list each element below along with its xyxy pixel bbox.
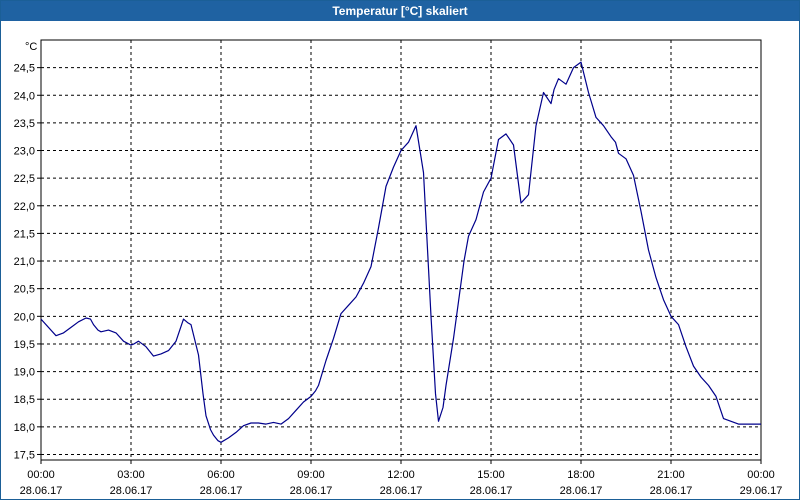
- y-tick-label: 19,5: [14, 339, 35, 351]
- x-tick-time-label: 21:00: [657, 469, 685, 481]
- x-tick-date-label: 28.06.17: [110, 485, 153, 497]
- x-tick-date-label: 28.06.17: [290, 485, 333, 497]
- x-tick-time-label: 09:00: [297, 469, 325, 481]
- x-tick-date-label: 28.06.17: [20, 485, 63, 497]
- x-tick-date-label: 28.06.17: [650, 485, 693, 497]
- y-tick-label: 20,5: [14, 284, 35, 296]
- y-tick-label: 22,0: [14, 201, 35, 213]
- y-tick-label: 22,5: [14, 173, 35, 185]
- y-axis-unit-label: °C: [25, 41, 37, 53]
- y-tick-label: 19,0: [14, 367, 35, 379]
- x-tick-time-label: 03:00: [117, 469, 145, 481]
- y-tick-label: 20,0: [14, 311, 35, 323]
- x-tick-date-label: 28.06.17: [470, 485, 513, 497]
- y-tick-label: 21,0: [14, 256, 35, 268]
- y-tick-label: 18,0: [14, 422, 35, 434]
- chart-canvas: 17,5 18,0 18,5 19,0 19,5 20,0 20,5 21,0 21,5 22,0…: [14, 39, 783, 497]
- x-tick-date-label: 28.06.17: [380, 485, 423, 497]
- x-tick-time-label: 12:00: [387, 469, 415, 481]
- x-axis-ticks: 00:00 28.06.17 03:00 28.06.17 06:00 28.06.17 0…: [20, 460, 783, 497]
- y-tick-label: 21,5: [14, 228, 35, 240]
- y-tick-label: 24,0: [14, 90, 35, 102]
- y-tick-label: 18,5: [14, 394, 35, 406]
- y-tick-label: 17,5: [14, 449, 35, 461]
- x-tick-date-label: 28.06.17: [200, 485, 243, 497]
- x-tick-time-label: 06:00: [207, 469, 235, 481]
- y-tick-label: 23,0: [14, 146, 35, 158]
- x-tick-time-label: 15:00: [477, 469, 505, 481]
- y-tick-label: 24,5: [14, 63, 35, 75]
- y-tick-label: 23,5: [14, 118, 35, 130]
- y-axis-ticks: 17,5 18,0 18,5 19,0 19,5 20,0 20,5 21,0 21,5 22,0…: [14, 63, 41, 461]
- x-tick-date-label: 28.06.17: [560, 485, 603, 497]
- x-tick-date-label: 29.06.17: [740, 485, 783, 497]
- x-tick-time-label: 00:00: [27, 469, 55, 481]
- x-tick-time-label: 18:00: [567, 469, 595, 481]
- x-tick-time-label: 00:00: [747, 469, 775, 481]
